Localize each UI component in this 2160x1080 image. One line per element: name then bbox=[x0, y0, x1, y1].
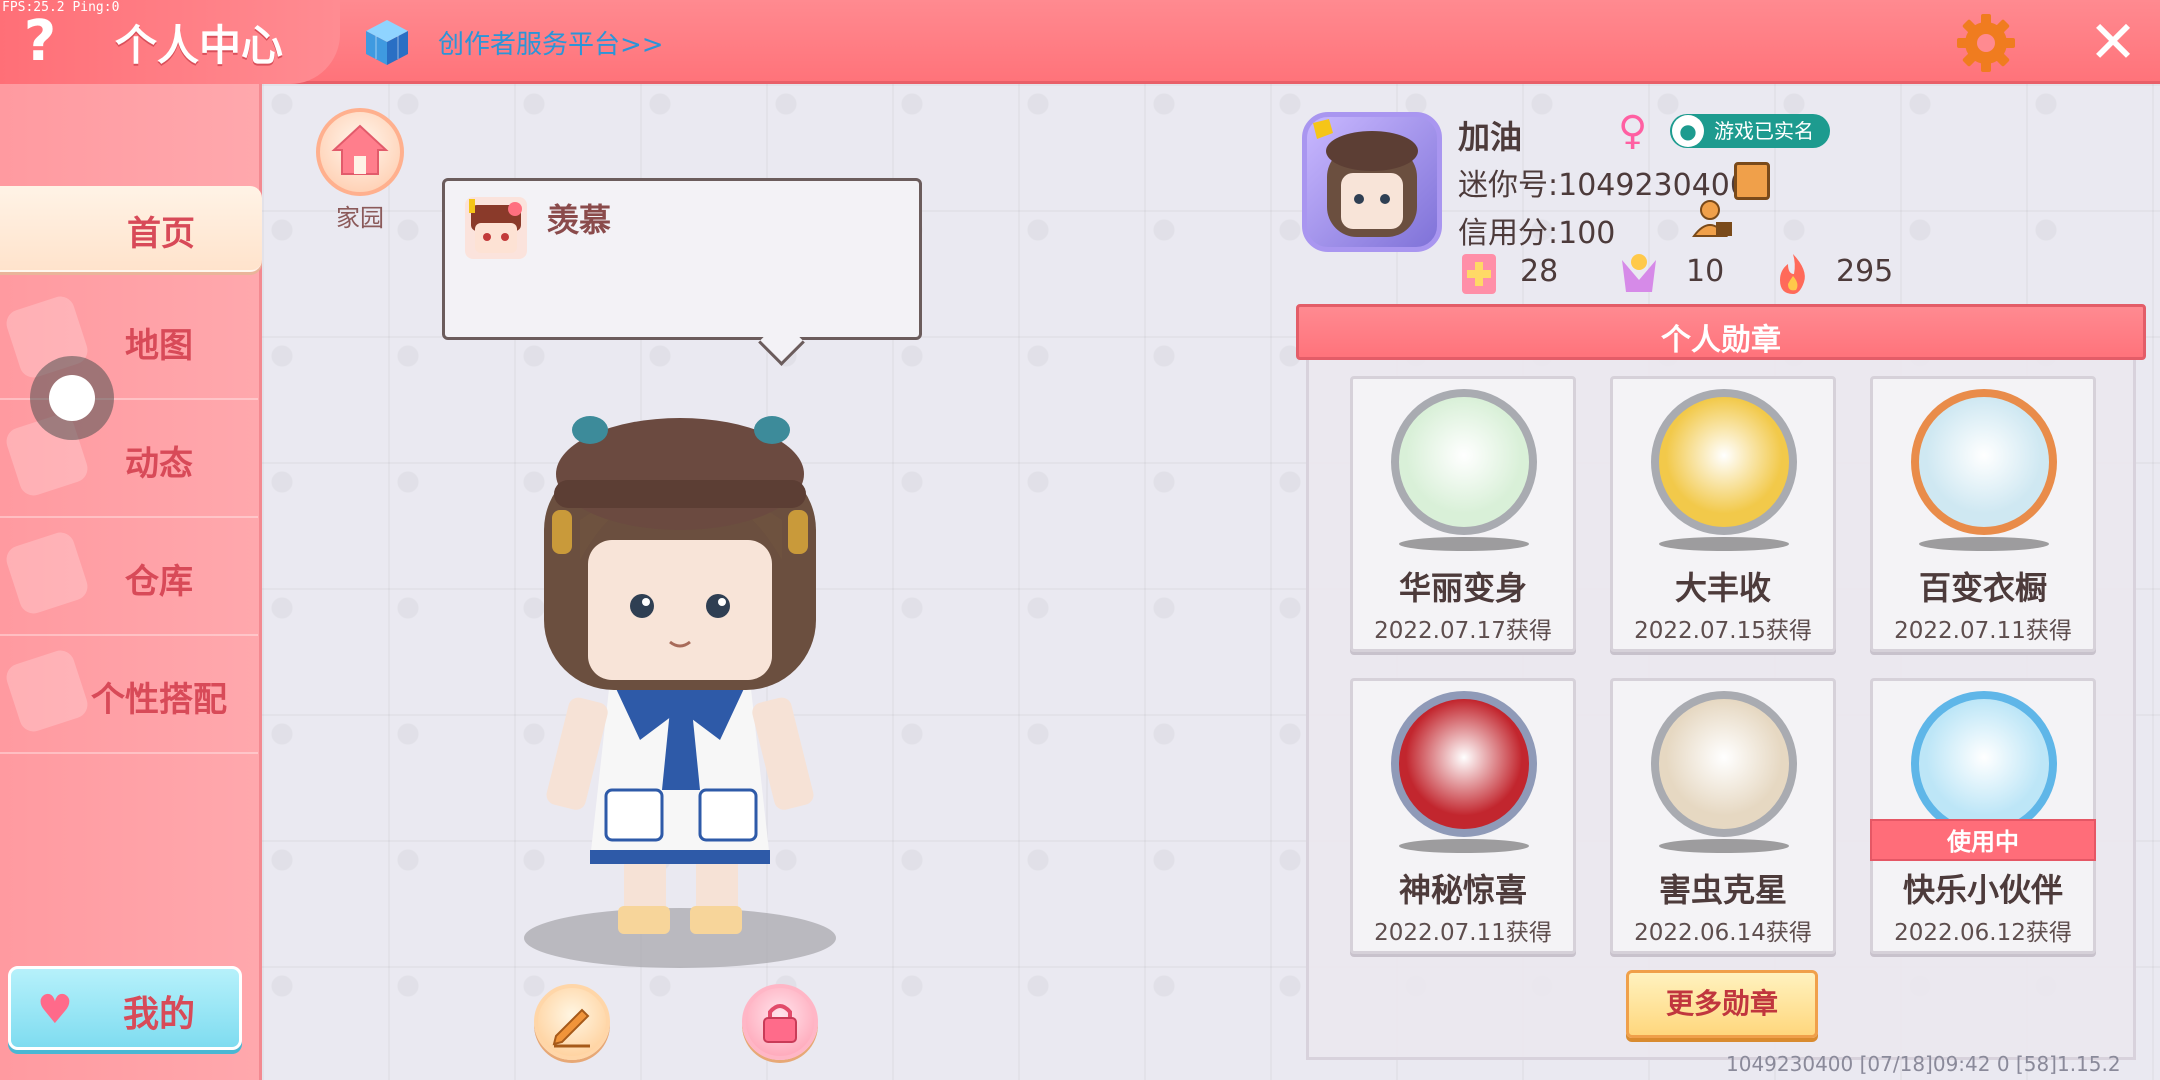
my-button-label: 我的 bbox=[123, 994, 196, 1035]
trophy-person-icon bbox=[1622, 254, 1656, 292]
medal-name: 害虫克星 bbox=[1658, 871, 1787, 909]
edit-button[interactable] bbox=[534, 984, 610, 1060]
medal-date: 2022.07.17获得 bbox=[1374, 618, 1552, 644]
in-use-badge: 使用中 bbox=[1870, 819, 2096, 861]
medals-header: 个人勋章 bbox=[1296, 304, 2146, 360]
stat-value: 10 bbox=[1686, 254, 1725, 289]
medal-shadow bbox=[1659, 839, 1789, 853]
player-nickname: 加油 bbox=[1458, 118, 1523, 156]
home-label: 家园 bbox=[336, 204, 384, 232]
stat-value: 28 bbox=[1520, 254, 1559, 289]
sidebar-item-home[interactable]: 首页 bbox=[0, 186, 262, 272]
sidebar-item-label: 首页 bbox=[127, 214, 195, 254]
sidebar-item-outfit[interactable]: 个性搭配 bbox=[0, 636, 258, 754]
sidebar-item-label: 个性搭配 bbox=[91, 680, 227, 720]
medal-icon bbox=[1391, 691, 1537, 837]
creator-platform-link[interactable]: 创作者服务平台>> bbox=[438, 24, 664, 61]
floating-record-button[interactable] bbox=[30, 356, 114, 440]
medal-shadow bbox=[1399, 839, 1529, 853]
profile-avatar[interactable] bbox=[1302, 112, 1442, 252]
cube-icon[interactable] bbox=[362, 17, 412, 67]
person-icon: ● bbox=[1672, 115, 1704, 147]
medal-name: 百变衣橱 bbox=[1918, 569, 2047, 607]
top-bar: ? 个人中心 创作者服务平台>> ✕ bbox=[0, 0, 2160, 84]
realname-badge: ● 游戏已实名 bbox=[1670, 114, 1830, 148]
medal-shadow bbox=[1399, 537, 1529, 551]
credit-score: 信用分:100 bbox=[1458, 216, 1616, 251]
stat-value: 295 bbox=[1836, 254, 1894, 289]
medals-title: 个人勋章 bbox=[1661, 323, 1781, 358]
help-button[interactable]: ? bbox=[18, 12, 62, 72]
medal-date: 2022.07.11获得 bbox=[1894, 618, 2072, 644]
medal-card[interactable]: 大丰收 2022.07.15获得 bbox=[1610, 376, 1836, 652]
credit-person-icon[interactable] bbox=[1692, 198, 1734, 240]
medal-card[interactable]: 神秘惊喜 2022.07.11获得 bbox=[1350, 678, 1576, 954]
realname-badge-label: 游戏已实名 bbox=[1714, 119, 1814, 143]
medal-name: 华丽变身 bbox=[1398, 569, 1527, 607]
medal-card[interactable]: 害虫克星 2022.06.14获得 bbox=[1610, 678, 1836, 954]
more-medals-button[interactable]: 更多勋章 bbox=[1626, 970, 1818, 1038]
sidebar-item-storage[interactable]: 仓库 bbox=[0, 518, 258, 636]
emote-bubble: 羡慕 bbox=[442, 178, 922, 340]
player-avatar[interactable] bbox=[520, 410, 840, 970]
gear-icon[interactable] bbox=[1955, 12, 2017, 74]
medal-card[interactable]: 华丽变身 2022.07.17获得 bbox=[1350, 376, 1576, 652]
sidebar: 首页 地图 动态 仓库 个性搭配 bbox=[0, 84, 262, 1080]
emote-face-icon bbox=[465, 197, 527, 259]
heart-icon: ♥ bbox=[37, 987, 73, 1033]
medal-icon bbox=[1651, 691, 1797, 837]
medal-icon bbox=[1651, 389, 1797, 535]
medal-name: 神秘惊喜 bbox=[1398, 871, 1527, 909]
lock-icon bbox=[763, 1004, 797, 1043]
medal-date: 2022.07.15获得 bbox=[1634, 618, 1812, 644]
my-button[interactable]: ♥ 我的 bbox=[8, 966, 242, 1050]
emote-text: 羡慕 bbox=[547, 201, 612, 239]
medal-card[interactable]: 使用中 快乐小伙伴 2022.06.12获得 bbox=[1870, 678, 2096, 954]
sidebar-item-label: 仓库 bbox=[125, 562, 193, 602]
copy-icon[interactable] bbox=[1734, 162, 1770, 200]
medal-shadow bbox=[1659, 537, 1789, 551]
plus-card-icon bbox=[1462, 254, 1496, 294]
pencil-icon bbox=[552, 1008, 590, 1048]
medal-card[interactable]: 百变衣橱 2022.07.11获得 bbox=[1870, 376, 2096, 652]
close-button[interactable]: ✕ bbox=[2085, 13, 2141, 71]
medal-date: 2022.07.11获得 bbox=[1374, 920, 1552, 946]
home-button[interactable] bbox=[316, 108, 404, 196]
medal-name: 快乐小伙伴 bbox=[1902, 871, 2063, 909]
female-icon: ♀ bbox=[1618, 108, 1648, 154]
medal-date: 2022.06.12获得 bbox=[1894, 920, 2072, 946]
house-icon bbox=[331, 124, 389, 175]
medal-name: 大丰收 bbox=[1674, 569, 1771, 607]
medal-icon bbox=[1911, 389, 2057, 535]
sidebar-item-label: 地图 bbox=[125, 326, 193, 366]
medal-shadow bbox=[1919, 537, 2049, 551]
debug-fps: FPS:25.2 Ping:0 bbox=[2, 0, 120, 15]
page-title: 个人中心 bbox=[115, 21, 284, 70]
sidebar-item-label: 动态 bbox=[125, 444, 193, 484]
footer-info: 1049230400 [07/18]09:42 0 [58]1.15.2 bbox=[1726, 1052, 2121, 1076]
medal-date: 2022.06.14获得 bbox=[1634, 920, 1812, 946]
flame-icon bbox=[1780, 254, 1805, 294]
lock-button[interactable] bbox=[742, 984, 818, 1060]
medal-icon bbox=[1911, 691, 2057, 837]
medal-icon bbox=[1391, 389, 1537, 535]
